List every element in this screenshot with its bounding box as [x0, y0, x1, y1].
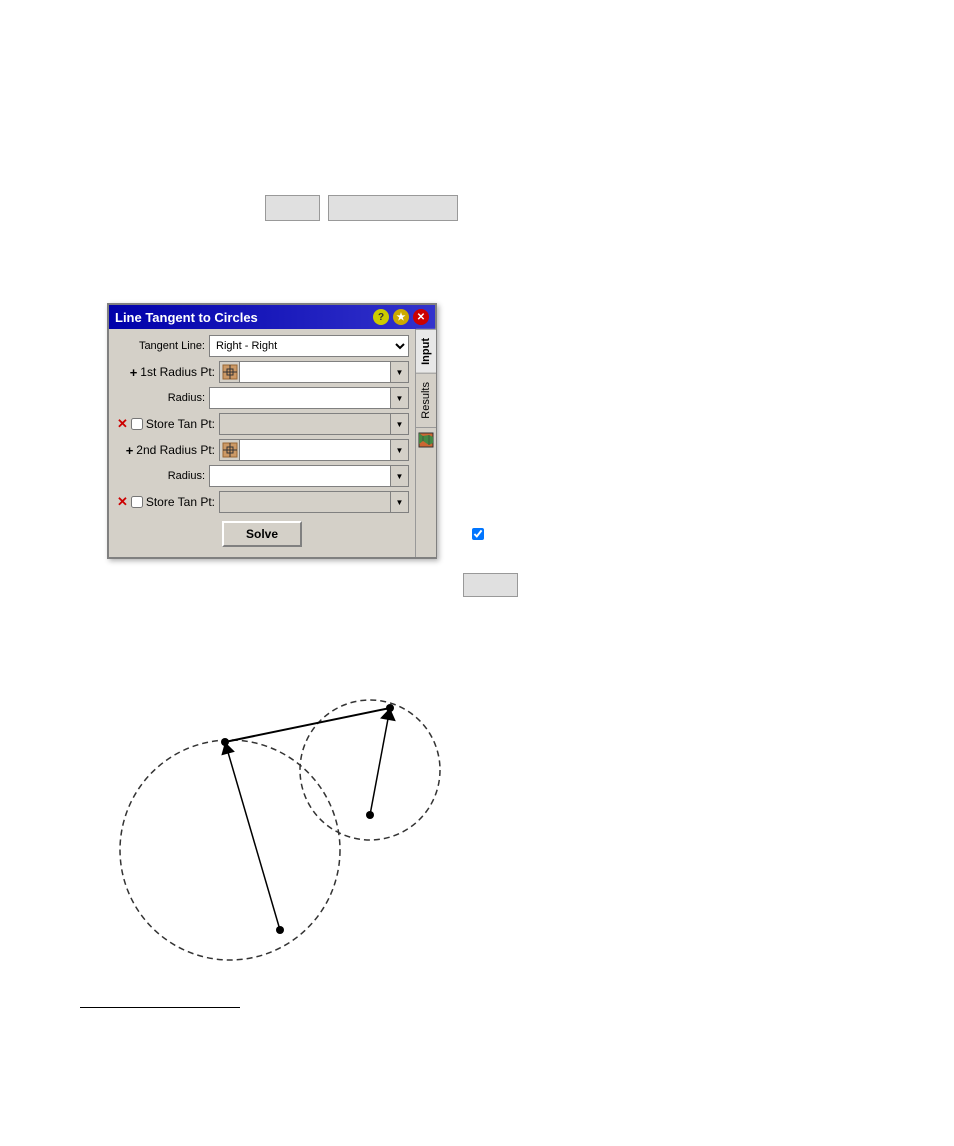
map-icon — [418, 432, 434, 448]
store-tan2-dropdown[interactable]: ▼ — [391, 491, 409, 513]
first-radius-dropdown[interactable]: ▼ — [391, 361, 409, 383]
radius1-label: Radius: — [115, 392, 205, 404]
radius1-input-group: 100.0 ft ▼ — [209, 387, 409, 409]
tab-results-label: Results — [420, 382, 432, 419]
store-tan1-input[interactable]: 645 — [219, 413, 391, 435]
second-radius-input[interactable]: 5 — [239, 439, 391, 461]
store-tan1-prefix: ✕ Store Tan Pt: — [115, 416, 215, 432]
store-tan1-checkbox-group: Store Tan Pt: — [131, 417, 215, 431]
radius1-input[interactable]: 100.0 ft — [209, 387, 391, 409]
tab-results[interactable]: Results — [416, 373, 436, 427]
plus-icon-1: + — [130, 365, 138, 380]
tangent-line-select[interactable]: Right - Right Right - Left Left - Right … — [209, 335, 409, 357]
tangent-line-row: Tangent Line: Right - Right Right - Left… — [115, 335, 409, 357]
radius2-row: Radius: 100.0 ft ▼ — [115, 465, 409, 487]
second-radius-label: 2nd Radius Pt: — [136, 443, 215, 457]
store-tan2-checkbox-group: Store Tan Pt: — [131, 495, 215, 509]
line-tangent-dialog: Line Tangent to Circles ? ★ ✕ Tangent Li… — [107, 303, 437, 559]
right-checkbox-area — [472, 528, 484, 540]
star-icon[interactable]: ★ — [393, 309, 409, 325]
titlebar-left: Line Tangent to Circles — [115, 310, 258, 325]
store-tan1-input-group: 645 ▼ — [219, 413, 409, 435]
dialog-body: Tangent Line: Right - Right Right - Left… — [109, 329, 435, 557]
radius2-input[interactable]: 100.0 ft — [209, 465, 391, 487]
tangent-line-label: Tangent Line: — [115, 340, 205, 352]
first-radius-prefix: + 1st Radius Pt: — [115, 365, 215, 380]
tab-map[interactable] — [416, 427, 436, 452]
store-tan2-checkbox[interactable] — [131, 496, 143, 508]
first-radius-pt-row: + 1st Radius Pt: 2 ▼ — [115, 361, 409, 383]
right-checkbox[interactable] — [472, 528, 484, 540]
dialog-titlebar: Line Tangent to Circles ? ★ ✕ — [109, 305, 435, 329]
top-buttons-area — [265, 195, 458, 221]
bottom-right-button[interactable] — [463, 573, 518, 597]
store-tan1-label: Store Tan Pt: — [146, 417, 215, 431]
point-icon-2 — [219, 439, 239, 461]
close-icon[interactable]: ✕ — [413, 309, 429, 325]
diagram-svg — [80, 640, 480, 980]
store-tan2-label: Store Tan Pt: — [146, 495, 215, 509]
radius2-input-group: 100.0 ft ▼ — [209, 465, 409, 487]
bottom-horizontal-line — [80, 1007, 240, 1008]
first-radius-input[interactable]: 2 — [239, 361, 391, 383]
point-icon-1 — [219, 361, 239, 383]
radius2-dropdown[interactable]: ▼ — [391, 465, 409, 487]
top-button-2[interactable] — [328, 195, 458, 221]
titlebar-icons: ? ★ ✕ — [373, 309, 429, 325]
first-radius-label: 1st Radius Pt: — [140, 365, 215, 379]
top-button-1[interactable] — [265, 195, 320, 221]
store-tan2-input-group: 646 ▼ — [219, 491, 409, 513]
radius1-row: Radius: 100.0 ft ▼ — [115, 387, 409, 409]
second-radius-pt-row: + 2nd Radius Pt: 5 ▼ — [115, 439, 409, 461]
tab-input-label: Input — [420, 338, 432, 365]
tab-input[interactable]: Input — [416, 329, 436, 373]
dialog-form: Tangent Line: Right - Right Right - Left… — [109, 329, 415, 557]
store-tan1-checkbox[interactable] — [131, 418, 143, 430]
store-tan2-prefix: ✕ Store Tan Pt: — [115, 494, 215, 510]
diagram-area — [80, 640, 480, 980]
store-tan2-row: ✕ Store Tan Pt: 646 ▼ — [115, 491, 409, 513]
solve-button[interactable]: Solve — [222, 521, 302, 547]
dialog-title: Line Tangent to Circles — [115, 310, 258, 325]
store-tan1-row: ✕ Store Tan Pt: 645 ▼ — [115, 413, 409, 435]
second-radius-input-group: 5 ▼ — [219, 439, 409, 461]
store-tan1-dropdown[interactable]: ▼ — [391, 413, 409, 435]
first-radius-input-group: 2 ▼ — [219, 361, 409, 383]
radius2-label: Radius: — [115, 470, 205, 482]
help-icon[interactable]: ? — [373, 309, 389, 325]
store-tan2-input[interactable]: 646 — [219, 491, 391, 513]
dialog-side-tabs: Input Results — [415, 329, 436, 557]
plus-icon-2: + — [126, 443, 134, 458]
x-icon-2: ✕ — [117, 494, 128, 510]
second-radius-dropdown[interactable]: ▼ — [391, 439, 409, 461]
x-icon-1: ✕ — [117, 416, 128, 432]
radius1-dropdown[interactable]: ▼ — [391, 387, 409, 409]
second-radius-prefix: + 2nd Radius Pt: — [115, 443, 215, 458]
